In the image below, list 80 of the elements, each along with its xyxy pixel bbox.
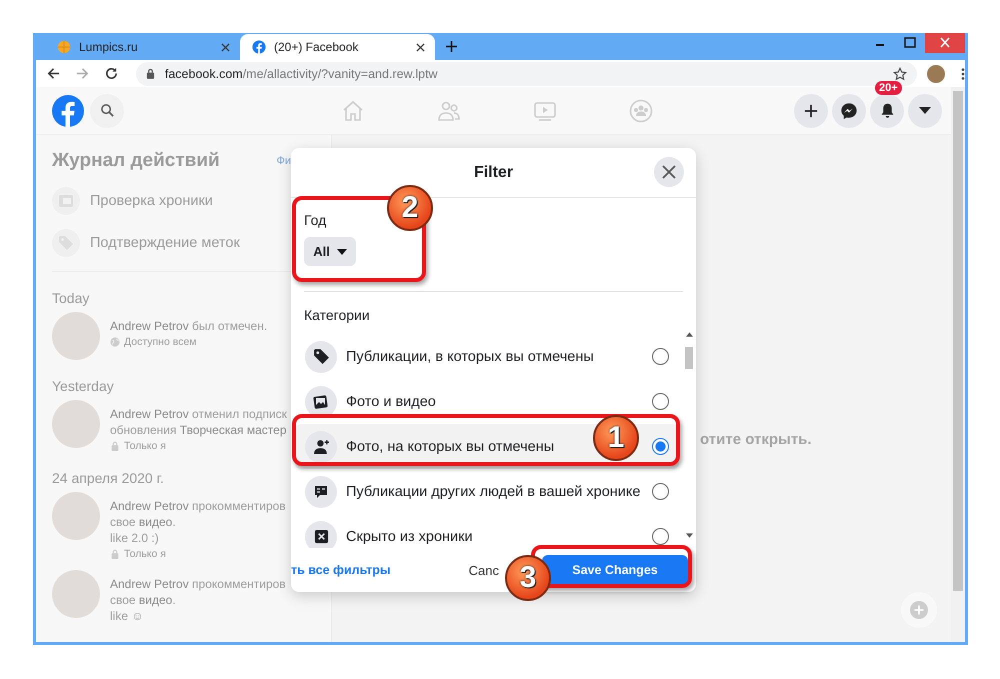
activity-text: обновления Творческая мастер xyxy=(110,422,287,438)
scroll-down-arrow-icon[interactable] xyxy=(686,533,692,538)
close-icon xyxy=(662,165,676,179)
activity-text: Andrew Petrov прокомментиров xyxy=(110,576,286,592)
category-icon xyxy=(305,340,337,372)
category-option[interactable]: Публикации, в которых вы отмечены xyxy=(295,334,679,379)
activity-text: like 2.0 :) xyxy=(110,530,160,546)
browser-tab[interactable]: (20+) Facebook xyxy=(240,34,435,60)
date-heading: Today xyxy=(52,290,90,306)
page-title: Журнал действий xyxy=(52,150,220,172)
plus-icon xyxy=(909,600,929,620)
globe-icon xyxy=(110,337,120,347)
messenger-button[interactable] xyxy=(832,94,866,128)
caret-icon xyxy=(336,248,347,254)
lock-icon xyxy=(146,68,155,79)
search-icon xyxy=(100,103,114,118)
radio-button[interactable] xyxy=(652,348,669,365)
lock-icon xyxy=(110,441,120,451)
close-button[interactable] xyxy=(654,157,684,187)
activity-text: свое видео. xyxy=(110,592,177,608)
date-heading: 24 апреля 2020 г. xyxy=(52,470,165,486)
category-icon xyxy=(305,430,337,462)
close-icon[interactable] xyxy=(221,42,230,52)
scroll-up-arrow-icon[interactable] xyxy=(686,332,692,337)
save-changes-button[interactable]: Save Changes xyxy=(542,555,688,585)
radio-button[interactable] xyxy=(652,528,669,545)
activity-text: Andrew Petrov был отмечен. xyxy=(110,318,268,334)
search-button[interactable] xyxy=(90,94,124,128)
empty-state-message: отите открыть. xyxy=(700,431,812,448)
close-window-icon[interactable] xyxy=(925,33,965,53)
sidebar-item-icon xyxy=(52,229,80,257)
account-menu-button[interactable] xyxy=(908,94,942,128)
facebook-logo-icon xyxy=(252,40,266,54)
activity-text: Andrew Petrov прокомментиров xyxy=(110,498,286,514)
radio-button[interactable] xyxy=(652,393,669,410)
category-icon xyxy=(305,520,337,548)
year-label: Год xyxy=(304,212,326,228)
scroll-thumb[interactable] xyxy=(685,347,693,369)
plus-icon xyxy=(804,104,818,118)
avatar-placeholder xyxy=(52,312,100,360)
reload-icon[interactable] xyxy=(104,66,119,81)
browser-tab[interactable]: Lumpics.ru xyxy=(45,34,240,60)
messenger-icon xyxy=(840,102,858,120)
avatar-placeholder xyxy=(52,400,100,448)
lock-icon xyxy=(110,549,120,559)
step-number-badge: 2 xyxy=(387,185,433,231)
ball-icon xyxy=(57,40,71,54)
year-dropdown[interactable]: All xyxy=(304,237,356,266)
facebook-logo-icon[interactable] xyxy=(52,94,84,126)
activity-text: like ☺ xyxy=(110,608,145,624)
radio-button[interactable] xyxy=(652,438,669,455)
radio-button[interactable] xyxy=(652,483,669,500)
avatar-placeholder xyxy=(52,570,100,618)
close-icon[interactable] xyxy=(416,42,425,52)
sidebar-item-icon xyxy=(52,187,80,215)
clear-filters-link[interactable]: ть все фильтры xyxy=(291,563,391,577)
activity-text: Andrew Petrov отменил подписк xyxy=(110,406,287,422)
back-arrow-icon[interactable] xyxy=(46,66,61,81)
category-option[interactable]: Публикации других людей в вашей хронике xyxy=(295,469,679,514)
audience-label: Доступно всем xyxy=(124,336,197,348)
new-tab-icon[interactable] xyxy=(446,41,457,52)
audience-label: Только я xyxy=(124,440,166,452)
categories-label: Категории xyxy=(304,307,371,323)
bookmark-star-icon[interactable] xyxy=(893,66,908,80)
category-option[interactable]: Скрыто из хроники xyxy=(295,514,679,548)
avatar-placeholder xyxy=(52,492,100,540)
menu-dots-icon[interactable] xyxy=(961,66,966,80)
step-number-badge: 3 xyxy=(505,555,551,601)
dialog-title: Filter xyxy=(474,164,514,182)
notifications-button[interactable] xyxy=(870,94,904,128)
activity-text: свое видео. xyxy=(110,514,177,530)
create-button[interactable] xyxy=(794,94,828,128)
date-heading: Yesterday xyxy=(52,378,115,394)
profile-avatar[interactable] xyxy=(927,64,946,82)
category-icon xyxy=(305,476,337,508)
bell-icon xyxy=(878,102,896,119)
cancel-link[interactable]: Canc xyxy=(468,562,499,578)
caret-icon xyxy=(919,106,931,114)
audience-label: Только я xyxy=(124,548,166,560)
url-text: facebook.com/me/allactivity/?vanity=and.rew.lptw xyxy=(164,66,439,80)
